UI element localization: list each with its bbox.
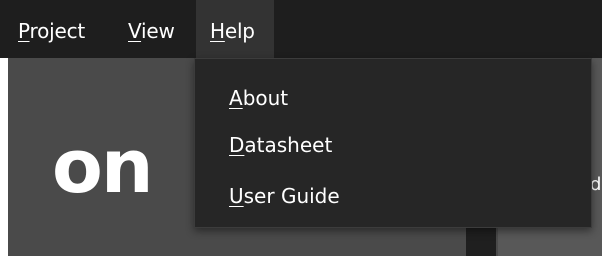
menu-item-about[interactable]: About [229, 86, 288, 110]
divider-strip [466, 228, 496, 256]
menu-item-datasheet-label: atasheet [244, 133, 333, 157]
menu-view-mnemonic: V [128, 19, 142, 43]
menu-help[interactable]: Help [196, 0, 274, 58]
app-window: on d Project View Help About Datasheet U… [0, 0, 602, 256]
menu-item-user-guide-label: ser Guide [243, 184, 340, 208]
menu-view-label: iew [141, 19, 175, 43]
menu-project-mnemonic: P [18, 19, 30, 43]
menu-view[interactable]: View [128, 0, 175, 58]
menu-item-datasheet[interactable]: Datasheet [229, 133, 332, 157]
menu-project-label: roject [29, 19, 86, 43]
logo-partial: on [52, 124, 154, 210]
menu-project[interactable]: Project [18, 0, 85, 58]
menu-item-datasheet-mnemonic: D [229, 133, 245, 157]
menu-help-label: elp [224, 19, 255, 43]
help-dropdown-menu: About Datasheet User Guide [194, 58, 592, 228]
menu-item-about-label: bout [242, 86, 289, 110]
menu-item-user-guide-mnemonic: U [229, 184, 244, 208]
menu-item-user-guide[interactable]: User Guide [229, 184, 340, 208]
menu-bar: Project View Help [0, 0, 602, 58]
menu-help-mnemonic: H [210, 19, 225, 43]
menu-item-about-mnemonic: A [229, 86, 243, 110]
